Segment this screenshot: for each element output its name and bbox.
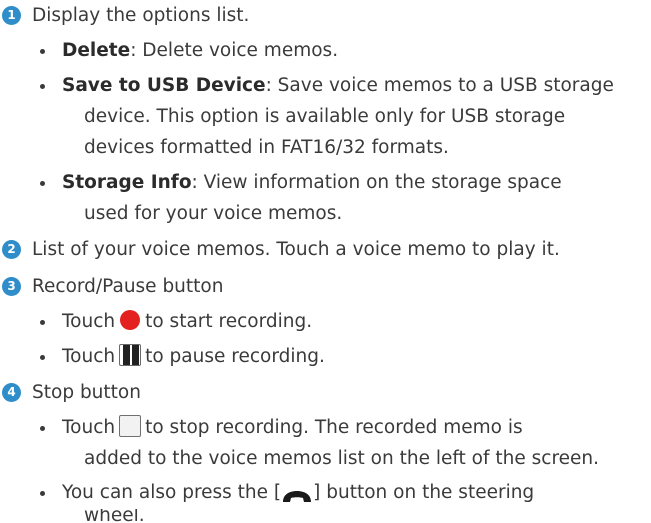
pause-instruction: Touch to pause recording.: [40, 342, 325, 372]
step-number-3: 3: [2, 277, 21, 296]
pause-instruction-text: to pause recording.: [145, 346, 325, 367]
step-number-4: 4: [2, 383, 21, 402]
record-instruction-text: to start recording.: [145, 311, 313, 332]
stop-icon: [119, 415, 142, 437]
option-save-usb-desc: : Save voice memos to a USB storage: [265, 75, 614, 96]
option-delete: Delete: Delete voice memos.: [39, 36, 339, 66]
press-text-after: ] button on the steering: [313, 482, 535, 503]
item-3-text: Record/Pause button: [32, 276, 224, 297]
item-4-text: Stop button: [32, 382, 141, 403]
item-1-text: Display the options list.: [32, 5, 250, 26]
steering-wheel-instruction-2: wheel.: [84, 509, 145, 523]
option-save-usb: Save to USB Device: Save voice memos to …: [40, 71, 614, 101]
option-save-usb-desc-3: devices formatted in FAT16/32 formats.: [84, 137, 449, 158]
option-save-usb-label: Save to USB Device: [62, 75, 266, 96]
press-text: You can also press the [: [62, 482, 282, 503]
option-save-usb-desc-2: device. This option is available only fo…: [84, 106, 566, 127]
stop-instruction-text-2: added to the voice memos list on the lef…: [84, 448, 600, 469]
item-2-text: List of your voice memos. Touch a voice …: [32, 239, 560, 260]
record-instruction: Touch to start recording.: [39, 307, 313, 337]
stop-instruction: Touch to stop recording. The recorded mem…: [40, 413, 523, 443]
option-storage-info-desc-2: used for your voice memos.: [84, 203, 343, 224]
step-number-1: 1: [2, 6, 21, 25]
end-call-icon: [282, 484, 312, 502]
option-storage-info-label: Storage Info: [62, 172, 192, 193]
touch-word: Touch: [62, 417, 116, 438]
option-delete-label: Delete: [62, 40, 131, 61]
touch-word: Touch: [62, 346, 116, 367]
pause-icon: [119, 344, 142, 366]
touch-word: Touch: [62, 311, 116, 332]
stop-instruction-text: to stop recording. The recorded memo is: [145, 417, 523, 438]
option-storage-info: Storage Info: View information on the st…: [40, 168, 562, 198]
record-icon: [119, 309, 142, 331]
option-storage-info-desc: : View information on the storage space: [191, 172, 562, 193]
option-delete-desc: : Delete voice memos.: [130, 40, 339, 61]
step-number-2: 2: [2, 240, 21, 259]
steering-wheel-instruction: You can also press the [ ] button on the …: [39, 478, 535, 508]
